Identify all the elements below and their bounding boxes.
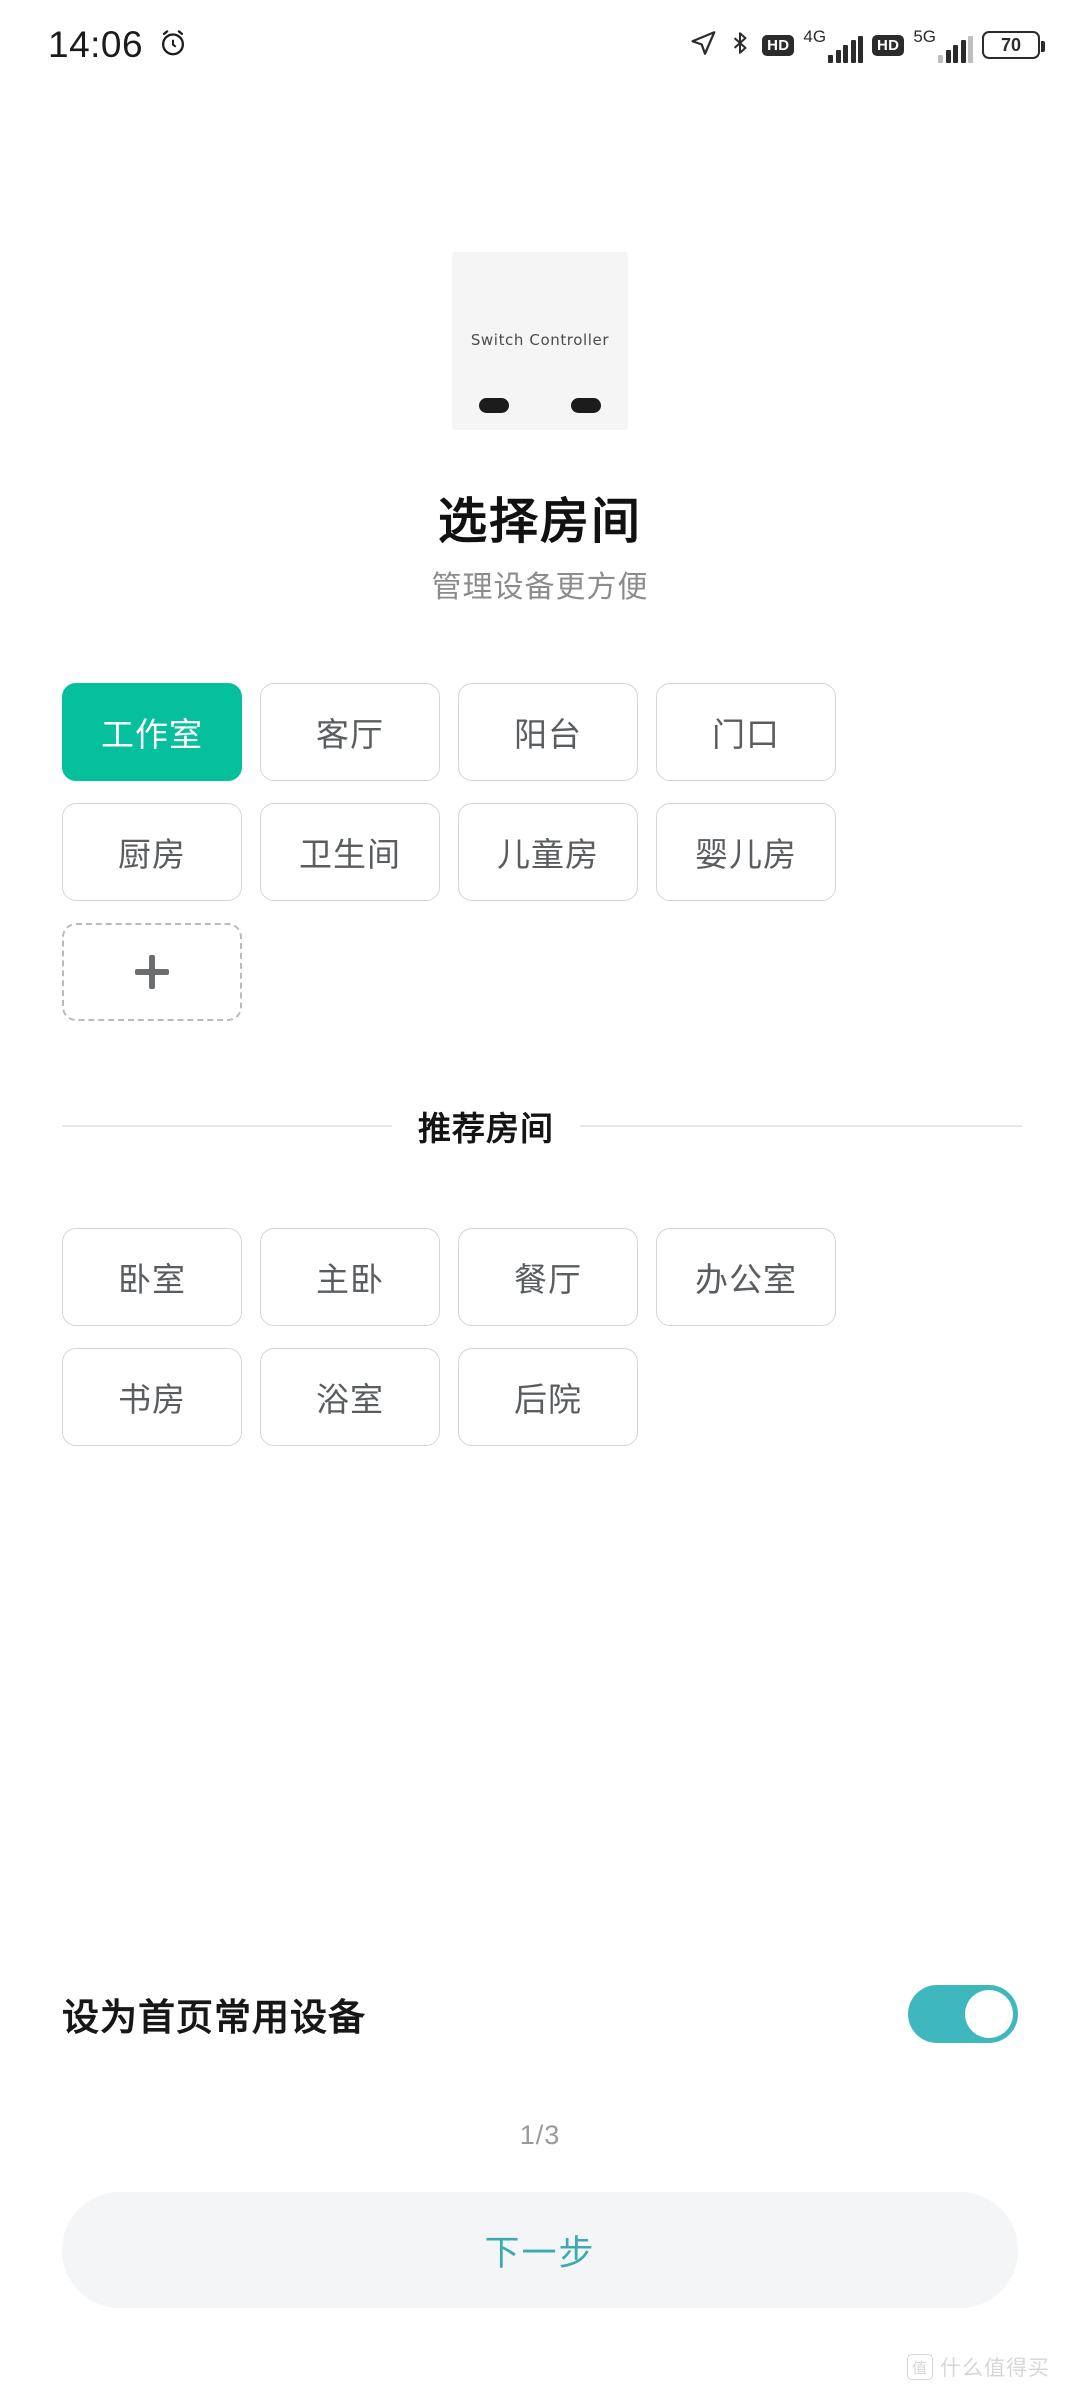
room-chip-label: 厨房 bbox=[118, 836, 186, 873]
room-chip-label: 客厅 bbox=[316, 716, 384, 753]
room-chip-group: 工作室 客厅 阳台 门口 厨房 卫生间 儿童房 婴儿房 bbox=[62, 683, 1022, 1021]
status-bar: 14:06 HD 4G HD 5G 70 bbox=[0, 0, 1080, 90]
status-bar-left: 14:06 bbox=[48, 24, 189, 66]
hd-badge-sim2: HD bbox=[872, 34, 905, 56]
page-subtitle: 管理设备更方便 bbox=[431, 571, 649, 604]
room-chip-label: 儿童房 bbox=[497, 836, 599, 873]
signal-bars-sim1 bbox=[828, 35, 864, 63]
battery-icon: 70 bbox=[982, 31, 1045, 59]
watermark-text: 什么值得买 bbox=[940, 2357, 1050, 2380]
recommend-chip-woshi[interactable]: 卧室 bbox=[62, 1228, 242, 1326]
signal-sim2: 5G bbox=[913, 28, 973, 63]
room-chip-keting[interactable]: 客厅 bbox=[260, 683, 440, 781]
app-screen: 14:06 HD 4G HD 5G 70 Switch Controller 选… bbox=[0, 0, 1080, 2400]
add-room-button[interactable] bbox=[62, 923, 242, 1021]
recommend-chip-label: 后院 bbox=[514, 1381, 582, 1418]
recommend-chip-bangongshi[interactable]: 办公室 bbox=[656, 1228, 836, 1326]
recommend-chip-label: 书房 bbox=[118, 1381, 186, 1418]
divider-line-left bbox=[62, 1125, 392, 1127]
device-image-wrap: Switch Controller bbox=[0, 252, 1080, 430]
room-chip-label: 工作室 bbox=[101, 716, 203, 753]
recommend-chip-label: 办公室 bbox=[695, 1261, 797, 1298]
divider-line-right bbox=[580, 1125, 1022, 1127]
signal-sim1: 4G bbox=[803, 26, 864, 63]
network-label-sim2: 5G bbox=[913, 26, 936, 46]
signal-bars-sim2 bbox=[938, 35, 973, 63]
status-bar-right: HD 4G HD 5G 70 bbox=[688, 26, 1045, 63]
recommend-chip-label: 浴室 bbox=[316, 1381, 384, 1418]
room-chip-label: 婴儿房 bbox=[695, 836, 797, 873]
battery-level: 70 bbox=[1000, 35, 1022, 55]
room-chip-menkou[interactable]: 门口 bbox=[656, 683, 836, 781]
recommend-chip-yushi[interactable]: 浴室 bbox=[260, 1348, 440, 1446]
watermark-badge: 值 bbox=[907, 2354, 933, 2380]
device-button-left-icon bbox=[479, 398, 509, 413]
favorite-device-label: 设为首页常用设备 bbox=[62, 1997, 366, 2038]
status-time: 14:06 bbox=[48, 24, 144, 65]
recommend-section-header: 推荐房间 bbox=[62, 1102, 1022, 1150]
room-chip-label: 卫生间 bbox=[299, 836, 401, 873]
favorite-device-row: 设为首页常用设备 bbox=[62, 1985, 1018, 2043]
hd-badge-sim1: HD bbox=[762, 34, 795, 56]
room-chip-chufang[interactable]: 厨房 bbox=[62, 803, 242, 901]
recommend-chip-label: 卧室 bbox=[118, 1261, 186, 1298]
recommend-chip-group: 卧室 主卧 餐厅 办公室 书房 浴室 后院 bbox=[62, 1228, 1022, 1446]
room-chip-gongzuoshi[interactable]: 工作室 bbox=[62, 683, 242, 781]
recommend-chip-shufang[interactable]: 书房 bbox=[62, 1348, 242, 1446]
recommend-chip-canting[interactable]: 餐厅 bbox=[458, 1228, 638, 1326]
watermark: 值 什么值得买 bbox=[907, 2352, 1050, 2382]
page-title: 选择房间 bbox=[437, 495, 642, 549]
network-label-sim1: 4G bbox=[803, 26, 827, 46]
room-chip-yingerfang[interactable]: 婴儿房 bbox=[656, 803, 836, 901]
alarm-clock-icon bbox=[157, 27, 189, 64]
next-step-button[interactable]: 下一步 bbox=[62, 2192, 1018, 2308]
location-arrow-icon bbox=[688, 28, 718, 63]
recommend-chip-houyuan[interactable]: 后院 bbox=[458, 1348, 638, 1446]
recommend-chip-label: 主卧 bbox=[316, 1261, 384, 1298]
recommend-chip-label: 餐厅 bbox=[514, 1261, 582, 1298]
bluetooth-icon bbox=[727, 28, 753, 63]
favorite-device-toggle[interactable] bbox=[908, 1985, 1018, 2043]
device-image: Switch Controller bbox=[452, 252, 628, 430]
device-button-right-icon bbox=[571, 398, 601, 413]
room-chip-weishengjian[interactable]: 卫生间 bbox=[260, 803, 440, 901]
plus-icon bbox=[135, 955, 169, 989]
recommend-section-title: 推荐房间 bbox=[418, 1110, 554, 1147]
toggle-knob bbox=[965, 1990, 1013, 2038]
room-chip-yangtai[interactable]: 阳台 bbox=[458, 683, 638, 781]
recommend-chip-zhuwo[interactable]: 主卧 bbox=[260, 1228, 440, 1326]
page-indicator: 1/3 bbox=[519, 2120, 561, 2150]
room-chip-label: 阳台 bbox=[514, 716, 582, 753]
device-label: Switch Controller bbox=[470, 330, 610, 349]
room-chip-ertongfang[interactable]: 儿童房 bbox=[458, 803, 638, 901]
room-chip-label: 门口 bbox=[712, 716, 780, 753]
